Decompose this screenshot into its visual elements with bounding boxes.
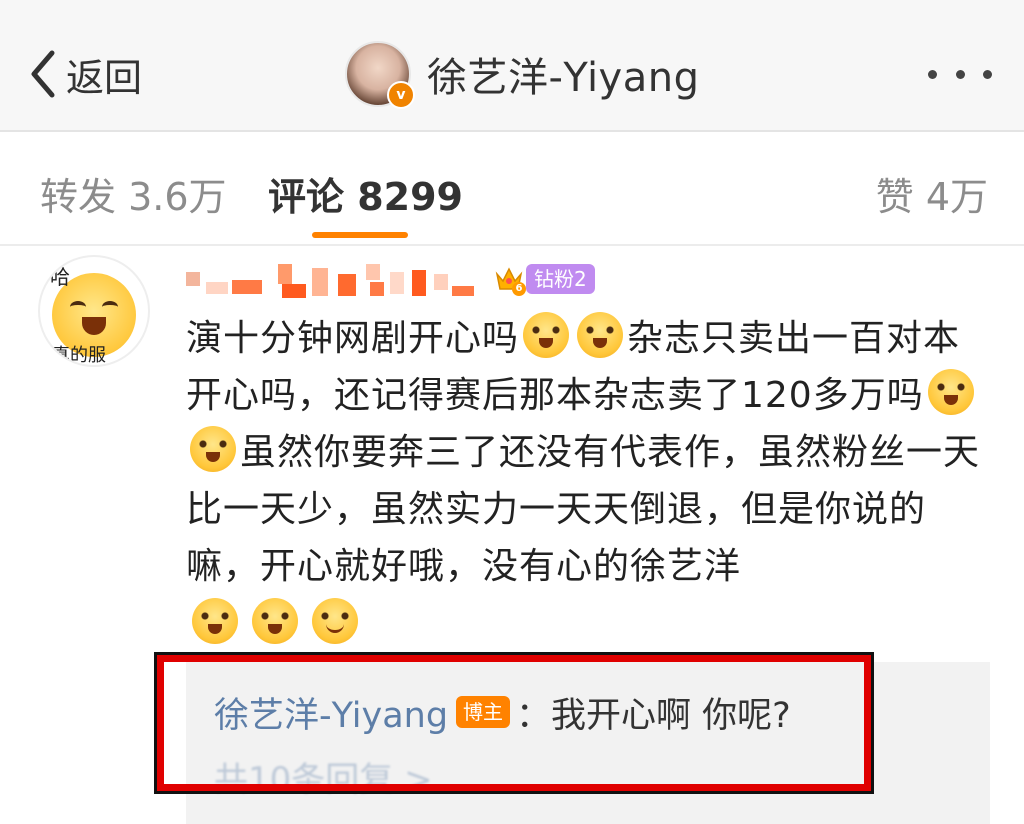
author-avatar[interactable]: v [345,41,415,109]
profile-header[interactable]: v 徐艺洋-Yiyang [345,40,700,109]
chevron-left-icon [31,50,55,98]
comment-body: 演十分钟网剧开心吗 杂志只卖出一百对本开心吗，还记得赛后那本杂志卖了120多万吗虽… [186,310,996,595]
avatar-caption-top: 哈 [50,265,70,289]
red-highlight-box [154,652,874,794]
avatar-caption-bottom: 真的服 [52,345,106,366]
tab-like[interactable]: 赞 4万 [876,166,988,221]
commenter-avatar[interactable]: 哈 真的服 [38,255,150,367]
more-dots-icon[interactable] [928,62,992,86]
grinning-hug-emoji-icon [927,369,974,415]
grinning-hug-emoji-icon [190,426,236,472]
back-label: 返回 [66,55,143,100]
comment-segment-3: 虽然你要奔三了还没有代表作，虽然粉丝一天比一天少，虽然实力一天天倒退，但是你说的… [186,432,981,587]
grinning-hug-emoji-icon [192,598,238,644]
grinning-hug-emoji-icon [523,312,570,358]
commenter-username-obscured[interactable] [182,260,482,300]
interaction-tabs: 转发 3.6万 评论 8299 赞 4万 [0,132,1024,246]
comment-emoji-row [188,598,362,644]
back-button[interactable]: 返回 [28,46,142,102]
fan-badge: 钻粉2 [526,264,595,294]
weibo-comment-screen: 返回 v 徐艺洋-Yiyang 转发 3.6万 评论 8299 赞 4万 哈 真… [0,0,1024,824]
fan-badge-group[interactable]: 6 钻粉2 [494,262,595,296]
active-tab-indicator [312,232,408,238]
verified-icon: v [387,81,415,109]
page-title: 徐艺洋-Yiyang [427,55,700,101]
grinning-hug-emoji-icon [252,598,298,644]
comment-segment-1: 演十分钟网剧开心吗 [186,318,520,359]
smiling-face-emoji-icon [312,598,358,644]
crown-icon: 6 [494,264,526,296]
tab-comment[interactable]: 评论 8299 [268,166,463,221]
tab-repost[interactable]: 转发 3.6万 [40,166,227,221]
fan-level: 6 [512,282,526,296]
top-nav-bar: 返回 v 徐艺洋-Yiyang [0,0,1024,132]
grinning-hug-emoji-icon [577,312,624,358]
